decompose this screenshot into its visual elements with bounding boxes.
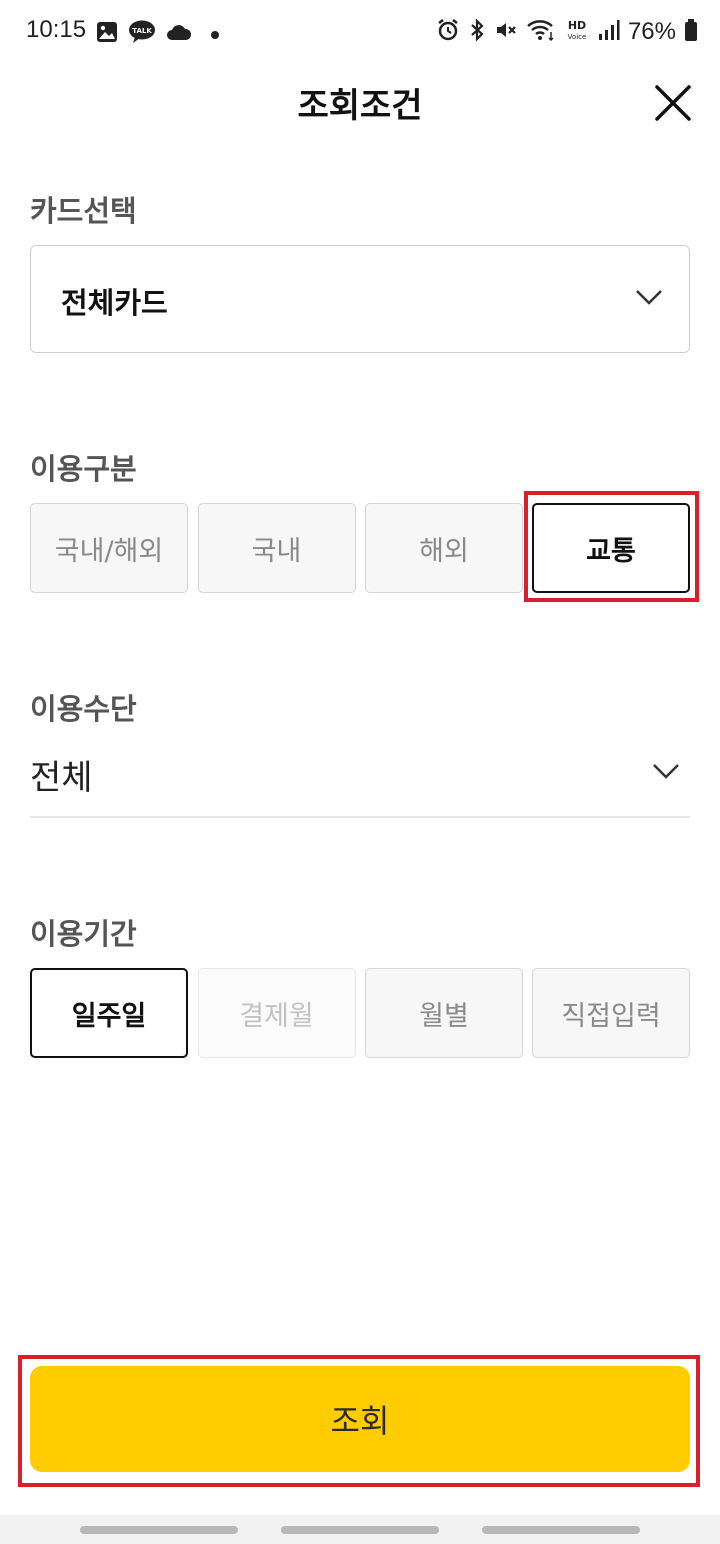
usage-option-overseas[interactable]: 해외: [365, 503, 523, 593]
usage-type-label: 이용구분: [30, 452, 137, 486]
wifi-icon: [526, 18, 556, 46]
close-button[interactable]: [650, 80, 696, 126]
cloud-icon: [166, 23, 192, 45]
navigation-bar: [0, 1515, 720, 1544]
status-right-icons: HD Voice 76%: [436, 18, 698, 46]
method-select-dropdown[interactable]: 전체: [30, 740, 690, 818]
usage-option-domestic[interactable]: 국내: [197, 503, 356, 593]
period-option-custom[interactable]: 직접입력: [532, 968, 690, 1058]
nav-recent-button[interactable]: [80, 1526, 238, 1534]
period-section-label: 이용기간: [30, 917, 137, 951]
hd-label: HD: [568, 19, 586, 32]
period-option-week[interactable]: 일주일: [30, 968, 188, 1058]
chevron-down-icon: [635, 288, 663, 310]
card-select-dropdown[interactable]: 전체카드: [30, 245, 690, 353]
usage-option-transport[interactable]: 교통: [532, 503, 690, 593]
period-option-monthly[interactable]: 월별: [365, 968, 523, 1058]
nav-back-button[interactable]: [482, 1526, 640, 1534]
period-options: 일주일 결제월 월별 직접입력: [30, 968, 690, 1058]
chevron-down-icon: [652, 762, 680, 784]
gallery-icon: [96, 21, 118, 47]
battery-percent: 76%: [627, 18, 676, 45]
method-select-value: 전체: [30, 758, 93, 798]
method-section-label: 이용수단: [30, 692, 137, 726]
close-icon: [655, 85, 691, 121]
card-select-value: 전체카드: [61, 286, 168, 320]
bluetooth-icon: [468, 18, 486, 46]
card-section-label: 카드선택: [30, 194, 137, 228]
dot-icon: [210, 25, 220, 44]
period-option-billing-month: 결제월: [197, 968, 356, 1058]
usage-type-options: 국내/해외 국내 해외 교통: [30, 503, 690, 593]
search-button[interactable]: 조회: [30, 1366, 690, 1472]
kakaotalk-icon: TALK: [128, 20, 156, 48]
kakao-badge-text: TALK: [132, 27, 152, 35]
voice-label: Voice: [568, 33, 587, 41]
signal-icon: [598, 19, 620, 45]
page-title: 조회조건: [297, 86, 423, 126]
alarm-icon: [436, 18, 460, 46]
mute-icon: [494, 18, 518, 46]
battery-icon: [684, 18, 698, 46]
usage-option-domestic-overseas[interactable]: 국내/해외: [30, 503, 188, 593]
status-time: 10:15: [26, 16, 87, 43]
status-bar: 10:15 TALK HD Voice 76%: [0, 0, 720, 64]
status-left-icons: TALK: [96, 20, 220, 48]
nav-home-button[interactable]: [281, 1526, 439, 1534]
hd-voice-icon: HD Voice: [564, 18, 590, 46]
